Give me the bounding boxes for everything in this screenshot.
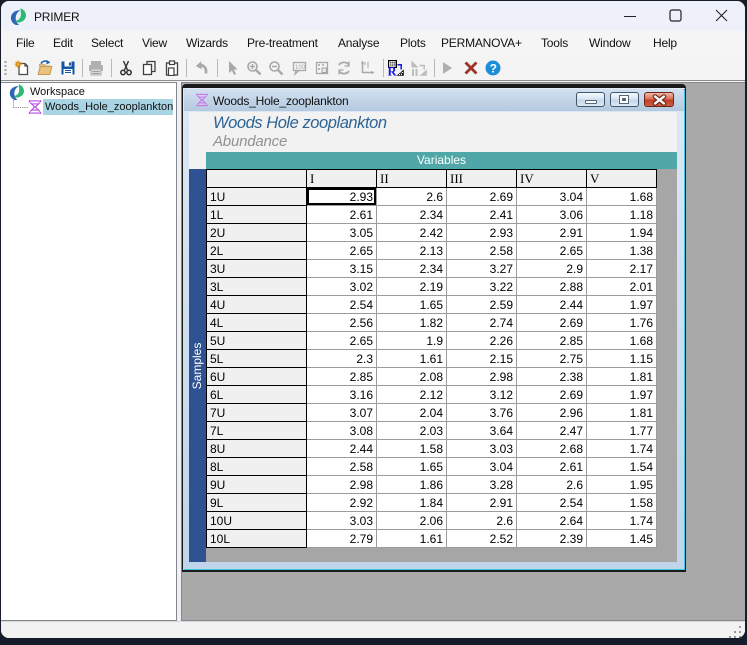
- svg-text:?: ?: [490, 62, 497, 76]
- svg-text:100: 100: [295, 65, 306, 71]
- svg-text:R: R: [388, 65, 398, 77]
